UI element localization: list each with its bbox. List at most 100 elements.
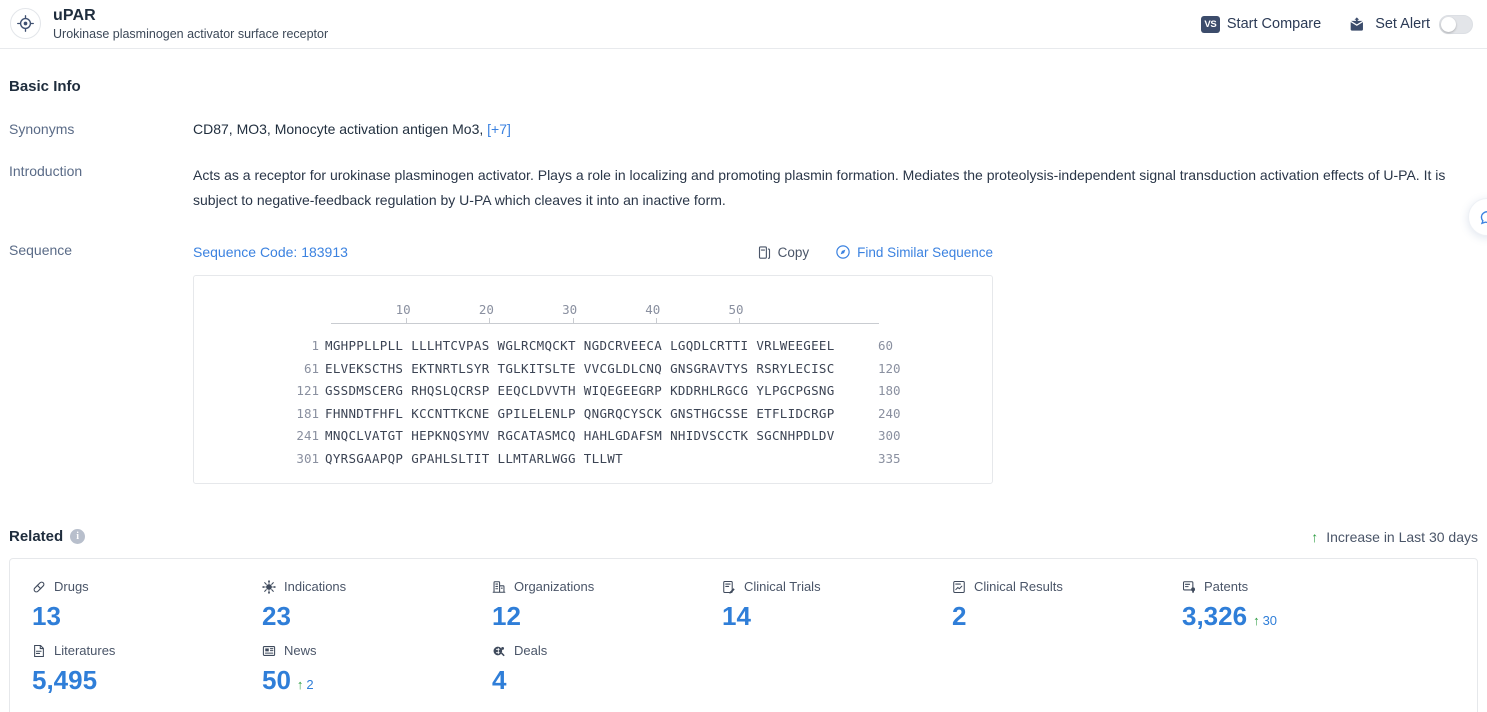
ruler-tick (406, 318, 408, 324)
stat-value: 23 (262, 601, 291, 631)
sequence-chunk: LGQDLCRTTI (670, 338, 749, 353)
ruler-label: 40 (645, 302, 661, 317)
literature-icon (32, 644, 46, 658)
stat-header: Indications (262, 579, 470, 594)
arrow-up-icon: ↑ (1311, 528, 1319, 545)
deals-icon (492, 644, 506, 658)
stat-literatures[interactable]: Literatures 5,495 (10, 643, 240, 696)
stat-value-wrap: 23 (262, 601, 470, 632)
sequence-chunk: GPILELENLP (497, 405, 576, 421)
page-title: uPAR (53, 6, 96, 24)
stat-value-wrap: 5,495 (32, 665, 240, 696)
sequence-line: 61 ELVEKSCTHS EKTNRTLSYR TGLKITSLTE VVCGLDLC… (194, 361, 992, 384)
sequence-chunk: QYRSGAAPQP (325, 450, 404, 466)
sequence-residues: GSSDMSCERG RHQSLQCRSP EEQCLDVVTH WIQEGEEGRP… (325, 383, 878, 398)
sequence-lines: 1 MGHPPLLPLL LLLHTCVPAS WGLRCMQCKT NGDCRVEEC… (194, 338, 992, 473)
building-icon (492, 580, 506, 594)
info-icon[interactable]: i (70, 529, 86, 544)
sequence-panel: Sequence Code: 183913 Copy Find Similar … (193, 242, 1487, 484)
stat-deals[interactable]: Deals 4 (470, 643, 700, 696)
stat-patents[interactable]: Patents 3,326 ↑ 30 (1160, 579, 1390, 632)
stat-value-wrap: 13 (32, 601, 240, 632)
sequence-residues: FHNNDTFHFL KCCNTTKCNE GPILELENLP QNGRQCYSCK… (325, 406, 878, 421)
stat-header: Deals (492, 643, 700, 658)
stat-label: Patents (1204, 579, 1249, 594)
target-icon (10, 8, 41, 40)
header-actions: VS Start Compare Set Alert (1200, 14, 1473, 34)
stat-drugs[interactable]: Drugs 13 (10, 579, 240, 632)
stat-value-wrap: 3,326 ↑ 30 (1182, 601, 1390, 632)
copy-icon (757, 245, 772, 260)
brand: uPAR Urokinase plasminogen activator sur… (10, 7, 328, 42)
sequence-line: 241 MNQCLVATGT HEPKNQSYMV RGCATASMCQ HAHLGDA… (194, 428, 992, 451)
stat-value-wrap: 14 (722, 601, 930, 632)
stat-header: Patents (1182, 579, 1390, 594)
sequence-toolbar: Sequence Code: 183913 Copy Find Similar … (193, 242, 1487, 262)
stat-clinical-results[interactable]: Clinical Results 2 (930, 579, 1160, 632)
copy-label: Copy (777, 244, 810, 260)
ruler-label: 10 (395, 302, 411, 317)
patent-icon (1182, 580, 1196, 594)
sequence-start-index: 181 (296, 405, 319, 421)
sequence-chunk: RHQSLQCRSP (411, 383, 490, 398)
sequence-chunk: VRLWEEGEEL (756, 338, 835, 353)
sequence-chunk: LLLHTCVPAS (411, 338, 490, 353)
stat-organizations[interactable]: Organizations 12 (470, 579, 700, 632)
copy-button[interactable]: Copy (757, 244, 810, 260)
sequence-chunk: RSRYLECISC (756, 360, 835, 376)
stat-header: Clinical Results (952, 579, 1160, 594)
sequence-code-link[interactable]: Sequence Code: 183913 (193, 244, 348, 260)
introduction-text: Acts as a receptor for urokinase plasmin… (193, 167, 1446, 208)
sequence-line: 181 FHNNDTFHFL KCCNTTKCNE GPILELENLP QNGRQCY… (194, 406, 992, 429)
virus-icon (262, 579, 276, 594)
ruler-tick (572, 318, 574, 324)
ruler-label: 20 (478, 302, 494, 317)
stat-value: 12 (492, 601, 521, 631)
news-icon (262, 644, 276, 658)
related-header: Related i ↑ Increase in Last 30 days (0, 528, 1487, 545)
stat-label: Indications (284, 579, 347, 594)
sequence-residues: MGHPPLLPLL LLLHTCVPAS WGLRCMQCKT NGDCRVEECA… (325, 338, 878, 353)
stat-label: Clinical Trials (744, 579, 821, 594)
stat-header: News (262, 643, 470, 658)
sequence-chunk: MNQCLVATGT (325, 428, 404, 443)
stat-news[interactable]: News 50 ↑ 2 (240, 643, 470, 696)
stat-indications[interactable]: Indications 23 (240, 579, 470, 632)
sequence-chunk: WGLRCMQCKT (497, 338, 576, 353)
page-subtitle: Urokinase plasminogen activator surface … (53, 27, 329, 41)
set-alert-toggle[interactable] (1439, 14, 1473, 34)
sequence-chunk: QNGRQCYSCK (583, 405, 663, 421)
find-similar-sequence-button[interactable]: Find Similar Sequence (835, 244, 993, 260)
sequence-chunk: GNSGRAVTYS (670, 360, 749, 376)
sequence-chunk: LLMTARLWGG (497, 450, 576, 466)
stat-header: Clinical Trials (722, 579, 930, 594)
sequence-viewer[interactable]: 10 20 30 40 50 1 MGHPPLLPLL LLLHTCVPAS WGLRCMQC… (193, 275, 993, 484)
sequence-ruler: 10 20 30 40 50 (331, 298, 879, 324)
start-compare-button[interactable]: VS Start Compare (1200, 15, 1321, 33)
chat-icon (1479, 209, 1487, 226)
page-body: Basic Info Synonyms CD87, MO3, Monocyte … (0, 78, 1487, 712)
sequence-chunk: VVCGLDLCNQ (583, 360, 663, 376)
synonyms-more-link[interactable]: [+7] (487, 121, 511, 137)
sequence-chunk: EEQCLDVVTH (497, 383, 576, 398)
sequence-start-index: 1 (311, 338, 319, 353)
sequence-end-index: 335 (878, 450, 901, 466)
stat-value: 2 (952, 601, 967, 631)
sequence-chunk: MGHPPLLPLL (325, 338, 404, 353)
sequence-chunk: TLLWT (583, 450, 623, 466)
stat-delta-value: 30 (1262, 613, 1278, 628)
ruler-tick (655, 318, 657, 324)
stat-value-wrap: 4 (492, 665, 700, 696)
sequence-residues: ELVEKSCTHS EKTNRTLSYR TGLKITSLTE VVCGLDLCNQ… (325, 361, 878, 376)
stat-label: News (284, 643, 317, 658)
sequence-chunk: FHNNDTFHFL (325, 405, 404, 421)
ruler-line (331, 323, 879, 324)
stat-delta: ↑ 2 (297, 677, 314, 692)
introduction-label: Introduction (9, 163, 83, 179)
vs-icon: VS (1200, 15, 1220, 33)
set-alert-label: Set Alert (1375, 16, 1430, 32)
set-alert-control[interactable]: Set Alert (1349, 14, 1473, 34)
stat-clinical-trials[interactable]: Clinical Trials 14 (700, 579, 930, 632)
arrow-up-icon: ↑ (296, 677, 304, 692)
clinical-trial-icon (722, 580, 736, 594)
